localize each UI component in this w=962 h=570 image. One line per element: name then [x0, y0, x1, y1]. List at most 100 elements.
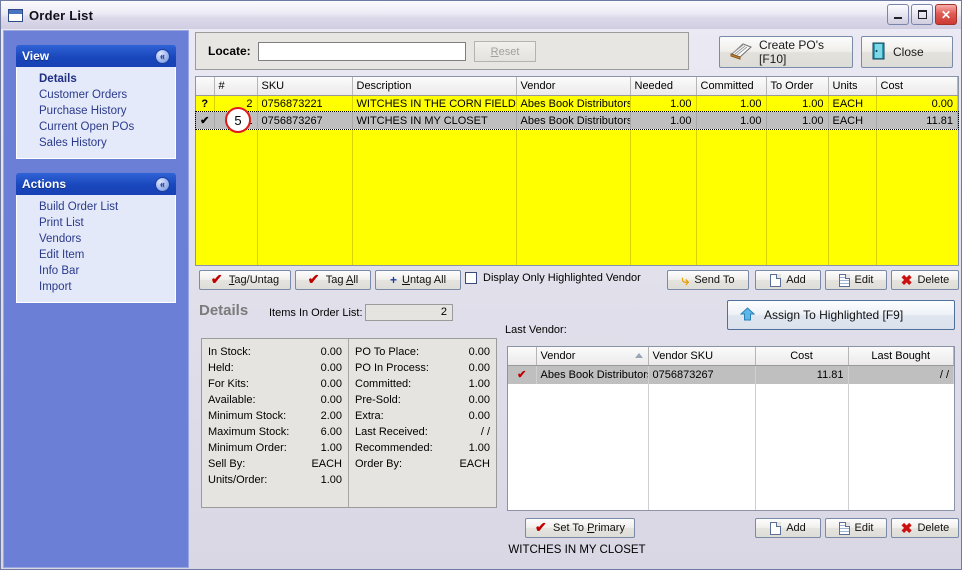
table-row[interactable]: ? 2 0756873221 WITCHES IN THE CORN FIELD… [196, 95, 958, 112]
vcol-flag[interactable] [508, 347, 537, 366]
chevron-up-icon[interactable]: « [155, 176, 170, 192]
sidebar-panel-actions-body: Build Order List Print List Vendors Edit… [16, 195, 176, 303]
sidebar-panel-view-header[interactable]: View « [16, 45, 176, 67]
stat-label: Minimum Order: [208, 442, 287, 454]
set-to-primary-rest: rimary [594, 522, 625, 534]
create-pos-button[interactable]: Create PO's [F10] [719, 36, 853, 68]
vcol-cost[interactable]: Cost [755, 347, 849, 366]
untag-all-accel: U [401, 274, 410, 286]
display-only-highlighted-vendor-row[interactable]: Display Only Highlighted Vendor [465, 272, 641, 284]
reset-button[interactable]: Reset [474, 41, 536, 62]
annotation-step-marker: 5 [225, 107, 251, 133]
order-grid-table: # SKU Description Vendor Needed Committe… [195, 77, 959, 130]
vendor-grid[interactable]: Vendor Vendor SKU Cost Last Bought ✔ Abe… [507, 346, 955, 511]
stat-value: 1.00 [320, 474, 342, 486]
col-sku[interactable]: SKU [257, 77, 353, 96]
sidebar-item-sales-history[interactable]: Sales History [17, 135, 175, 151]
stat-label: Available: [208, 394, 256, 406]
set-to-primary-button[interactable]: ✔ Set To Primary [525, 518, 635, 538]
row-flag[interactable]: ? [196, 95, 215, 112]
col-to-order[interactable]: To Order [766, 77, 829, 96]
assign-to-highlighted-button[interactable]: Assign To Highlighted [F9] [727, 300, 955, 330]
vcol-last-bought[interactable]: Last Bought [848, 347, 954, 366]
close-window-button[interactable]: ✕ [935, 4, 957, 25]
sidebar-panel-actions-title: Actions [22, 177, 67, 191]
vendor-edit-button[interactable]: Edit [825, 518, 887, 538]
stat-value: / / [480, 426, 490, 438]
stat-value: 0.00 [468, 394, 490, 406]
vendor-add-label: Add [786, 522, 806, 534]
vendor-grid-table: Vendor Vendor SKU Cost Last Bought ✔ Abe… [508, 347, 954, 384]
vrow-flag[interactable]: ✔ [508, 365, 537, 384]
stat-po-in-process: PO In Process: 0.00 [355, 360, 490, 376]
stat-label: PO To Place: [355, 346, 419, 358]
col-number[interactable]: # [214, 77, 258, 96]
stat-label: Minimum Stock: [208, 410, 287, 422]
assign-to-highlighted-label: Assign To Highlighted [F9] [764, 308, 904, 322]
stat-label: For Kits: [208, 378, 249, 390]
chevron-up-icon[interactable]: « [155, 48, 170, 64]
details-section: Details Items In Order List: 2 Last Vend… [195, 298, 959, 564]
vcol-vendor-sku[interactable]: Vendor SKU [648, 347, 756, 366]
col-committed[interactable]: Committed [696, 77, 767, 96]
stat-label: PO In Process: [355, 362, 429, 374]
last-vendor-label: Last Vendor: [505, 324, 567, 336]
sidebar-item-vendors[interactable]: Vendors [17, 231, 175, 247]
sidebar-panel-actions-header[interactable]: Actions « [16, 173, 176, 195]
table-row[interactable]: ✔ 1 0756873267 WITCHES IN MY CLOSET Abes… [195, 111, 959, 130]
stat-value: EACH [311, 458, 342, 470]
red-check-icon: ✔ [535, 518, 547, 535]
row-description: WITCHES IN MY CLOSET [352, 112, 517, 129]
stat-value: 1.00 [468, 442, 490, 454]
row-flag[interactable]: ✔ [196, 112, 215, 129]
locate-label: Locate: [208, 44, 251, 58]
table-row[interactable]: ✔ Abes Book Distributors 0756873267 11.8… [508, 365, 954, 384]
status-text: WITCHES IN MY CLOSET [508, 544, 646, 556]
minimize-button[interactable] [887, 4, 909, 25]
vendor-add-button[interactable]: Add [755, 518, 821, 538]
stat-for-kits: For Kits: 0.00 [208, 376, 342, 392]
vcol-vendor-label: Vendor [540, 349, 576, 362]
stat-label: Committed: [355, 378, 412, 390]
sidebar-item-current-open-pos[interactable]: Current Open POs [17, 119, 175, 135]
sidebar-item-customer-orders[interactable]: Customer Orders [17, 87, 175, 103]
sidebar-item-build-order-list[interactable]: Build Order List [17, 199, 175, 215]
maximize-button[interactable] [911, 4, 933, 25]
col-vendor[interactable]: Vendor [516, 77, 631, 96]
stat-label: Order By: [355, 458, 403, 470]
stat-label: Held: [208, 362, 234, 374]
display-only-highlighted-vendor-checkbox[interactable] [465, 272, 477, 284]
send-to-button[interactable]: ⤷ Send To [667, 270, 749, 290]
sidebar-item-details[interactable]: Details [17, 71, 175, 87]
vendor-grid-header-row: Vendor Vendor SKU Cost Last Bought [508, 347, 954, 366]
edit-item-button[interactable]: Edit [825, 270, 887, 290]
top-action-buttons: Create PO's [F10] Close [715, 30, 959, 72]
close-button[interactable]: Close [861, 36, 953, 68]
sidebar-panel-view: View « Details Customer Orders Purchase … [16, 45, 176, 159]
col-cost[interactable]: Cost [876, 77, 958, 96]
col-needed[interactable]: Needed [630, 77, 697, 96]
locate-input[interactable] [258, 42, 466, 61]
tag-all-button[interactable]: ✔ Tag All [295, 270, 371, 290]
sidebar-item-print-list[interactable]: Print List [17, 215, 175, 231]
delete-item-button[interactable]: ✖ Delete [891, 270, 959, 290]
row-units: EACH [828, 95, 877, 112]
col-units[interactable]: Units [828, 77, 877, 96]
row-to-order: 1.00 [766, 95, 829, 112]
order-grid[interactable]: # SKU Description Vendor Needed Committe… [195, 76, 959, 266]
stat-minimum-stock: Minimum Stock: 2.00 [208, 408, 342, 424]
sidebar-item-edit-item[interactable]: Edit Item [17, 247, 175, 263]
col-flag[interactable] [196, 77, 215, 96]
tag-untag-button[interactable]: ✔ Tag/Untag [199, 270, 291, 290]
details-heading: Details [199, 302, 249, 319]
vendor-delete-button[interactable]: ✖ Delete [891, 518, 959, 538]
vcol-vendor[interactable]: Vendor [536, 347, 649, 366]
untag-all-button[interactable]: + Untag All [375, 270, 461, 290]
add-item-button[interactable]: Add [755, 270, 821, 290]
stat-po-to-place: PO To Place: 0.00 [355, 344, 490, 360]
display-only-highlighted-vendor-label: Display Only Highlighted Vendor [483, 272, 641, 284]
sidebar-item-import[interactable]: Import [17, 279, 175, 295]
sidebar-item-info-bar[interactable]: Info Bar [17, 263, 175, 279]
sidebar-item-purchase-history[interactable]: Purchase History [17, 103, 175, 119]
col-description[interactable]: Description [352, 77, 517, 96]
